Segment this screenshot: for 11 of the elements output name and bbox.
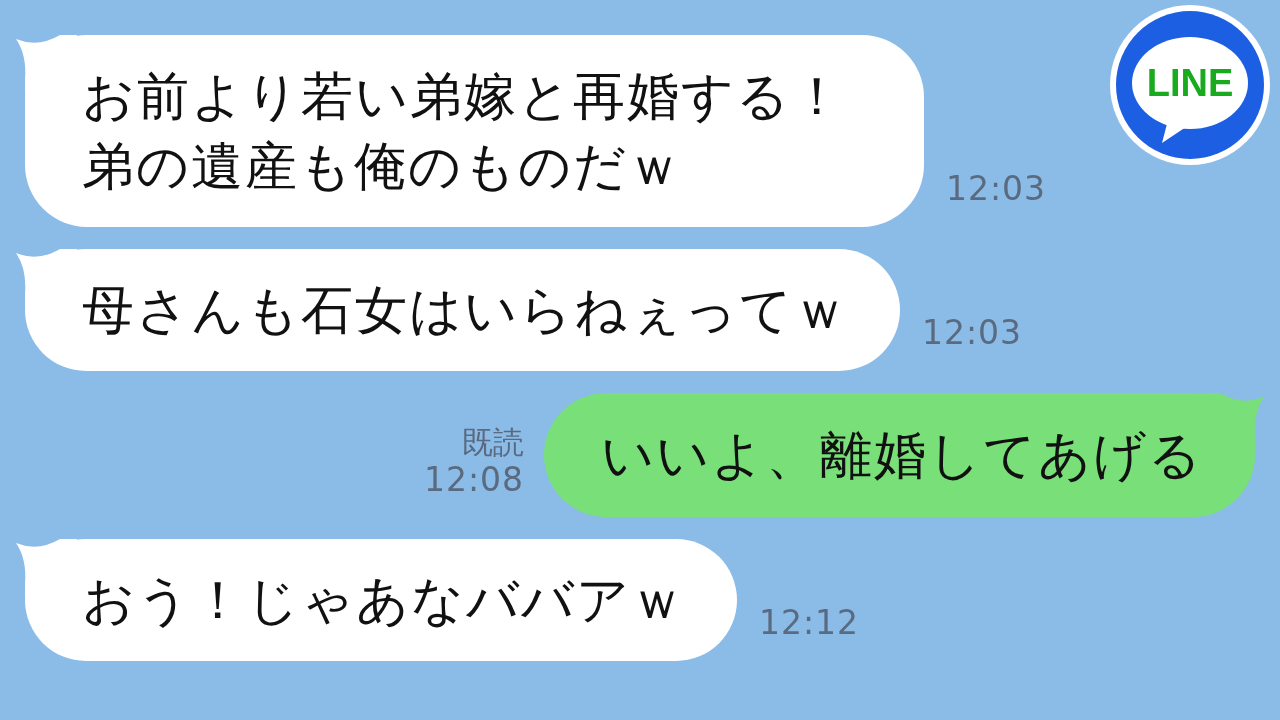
message-time: 12:03 [922, 315, 1023, 351]
message-text: いいよ、離婚してあげる [601, 424, 1203, 487]
logo-text: LINE [1145, 61, 1235, 105]
message-text: お前より若い弟嫁と再婚する！弟の遺産も俺のものだｗ [82, 65, 846, 198]
message-text: 母さんも石女はいらねぇってｗ [82, 279, 848, 342]
message-text: おう！じゃあなババアｗ [82, 569, 685, 632]
message-time: 12:12 [759, 605, 860, 641]
message-time: 12:03 [946, 171, 1047, 207]
speech-bubble-logo-icon [1110, 5, 1270, 165]
read-receipt: 既読 [462, 423, 524, 461]
message-time: 12:08 [423, 461, 524, 499]
